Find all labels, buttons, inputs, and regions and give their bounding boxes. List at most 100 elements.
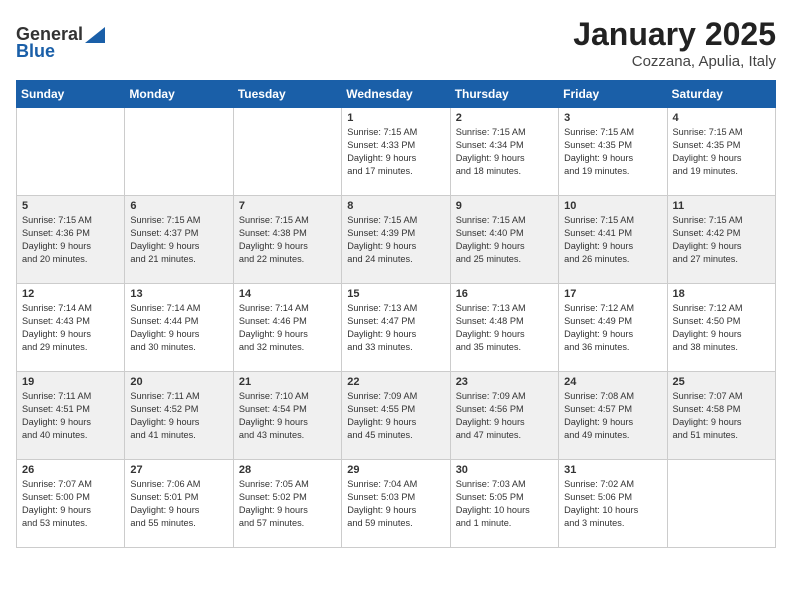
day-info: Sunrise: 7:15 AM Sunset: 4:35 PM Dayligh… [673, 126, 770, 178]
day-number: 5 [22, 200, 119, 212]
calendar-day-header: Saturday [667, 81, 775, 108]
page-title: January 2025 [573, 16, 776, 53]
day-number: 8 [347, 200, 444, 212]
calendar-day-header: Monday [125, 81, 233, 108]
calendar-day-cell: 29 Sunrise: 7:04 AM Sunset: 5:03 PM Dayli… [342, 460, 450, 548]
calendar-day-cell: 16 Sunrise: 7:13 AM Sunset: 4:48 PM Dayli… [450, 284, 558, 372]
calendar-day-cell: 22 Sunrise: 7:09 AM Sunset: 4:55 PM Dayli… [342, 372, 450, 460]
calendar-week-row: 1Sunrise: 7:15 AM Sunset: 4:33 PM Daylig… [17, 108, 776, 196]
day-info: Sunrise: 7:12 AM Sunset: 4:49 PM Dayligh… [564, 302, 661, 354]
calendar-day-cell [17, 108, 125, 196]
day-number: 13 [130, 288, 227, 300]
day-number: 15 [347, 288, 444, 300]
calendar-day-header: Thursday [450, 81, 558, 108]
day-info: Sunrise: 7:11 AM Sunset: 4:51 PM Dayligh… [22, 390, 119, 442]
day-number: 29 [347, 464, 444, 476]
calendar-day-cell: 14 Sunrise: 7:14 AM Sunset: 4:46 PM Dayli… [233, 284, 341, 372]
calendar-day-cell: 24 Sunrise: 7:08 AM Sunset: 4:57 PM Dayli… [559, 372, 667, 460]
calendar-day-cell: 1Sunrise: 7:15 AM Sunset: 4:33 PM Daylig… [342, 108, 450, 196]
calendar-day-cell: 4 Sunrise: 7:15 AM Sunset: 4:35 PM Daylig… [667, 108, 775, 196]
calendar-header-row: SundayMondayTuesdayWednesdayThursdayFrid… [17, 81, 776, 108]
calendar-day-cell: 10Sunrise: 7:15 AM Sunset: 4:41 PM Dayli… [559, 196, 667, 284]
day-info: Sunrise: 7:15 AM Sunset: 4:40 PM Dayligh… [456, 214, 553, 266]
calendar-day-cell: 25 Sunrise: 7:07 AM Sunset: 4:58 PM Dayli… [667, 372, 775, 460]
logo: General Blue [16, 24, 106, 62]
day-number: 14 [239, 288, 336, 300]
day-info: Sunrise: 7:13 AM Sunset: 4:48 PM Dayligh… [456, 302, 553, 354]
day-number: 20 [130, 376, 227, 388]
calendar-day-cell: 8 Sunrise: 7:15 AM Sunset: 4:39 PM Daylig… [342, 196, 450, 284]
calendar-day-cell [667, 460, 775, 548]
calendar-day-cell [233, 108, 341, 196]
day-number: 19 [22, 376, 119, 388]
day-number: 6 [130, 200, 227, 212]
day-info: Sunrise: 7:09 AM Sunset: 4:55 PM Dayligh… [347, 390, 444, 442]
calendar-day-cell: 17 Sunrise: 7:12 AM Sunset: 4:49 PM Dayli… [559, 284, 667, 372]
calendar-day-cell: 11Sunrise: 7:15 AM Sunset: 4:42 PM Dayli… [667, 196, 775, 284]
day-number: 23 [456, 376, 553, 388]
day-info: Sunrise: 7:14 AM Sunset: 4:44 PM Dayligh… [130, 302, 227, 354]
day-number: 24 [564, 376, 661, 388]
calendar-day-cell: 18 Sunrise: 7:12 AM Sunset: 4:50 PM Dayli… [667, 284, 775, 372]
calendar-day-header: Sunday [17, 81, 125, 108]
day-number: 25 [673, 376, 770, 388]
day-info: Sunrise: 7:04 AM Sunset: 5:03 PM Dayligh… [347, 478, 444, 530]
day-info: Sunrise: 7:03 AM Sunset: 5:05 PM Dayligh… [456, 478, 553, 530]
calendar-day-cell: 26 Sunrise: 7:07 AM Sunset: 5:00 PM Dayli… [17, 460, 125, 548]
day-info: Sunrise: 7:12 AM Sunset: 4:50 PM Dayligh… [673, 302, 770, 354]
day-info: Sunrise: 7:08 AM Sunset: 4:57 PM Dayligh… [564, 390, 661, 442]
calendar-day-cell: 2Sunrise: 7:15 AM Sunset: 4:34 PM Daylig… [450, 108, 558, 196]
day-info: Sunrise: 7:15 AM Sunset: 4:42 PM Dayligh… [673, 214, 770, 266]
day-info: Sunrise: 7:15 AM Sunset: 4:38 PM Dayligh… [239, 214, 336, 266]
calendar-day-cell: 12Sunrise: 7:14 AM Sunset: 4:43 PM Dayli… [17, 284, 125, 372]
title-block: January 2025 Cozzana, Apulia, Italy [573, 16, 776, 70]
day-number: 1 [347, 112, 444, 124]
day-number: 28 [239, 464, 336, 476]
day-info: Sunrise: 7:11 AM Sunset: 4:52 PM Dayligh… [130, 390, 227, 442]
calendar-day-cell: 7 Sunrise: 7:15 AM Sunset: 4:38 PM Daylig… [233, 196, 341, 284]
calendar-week-row: 5 Sunrise: 7:15 AM Sunset: 4:36 PM Daylig… [17, 196, 776, 284]
day-number: 18 [673, 288, 770, 300]
day-info: Sunrise: 7:15 AM Sunset: 4:36 PM Dayligh… [22, 214, 119, 266]
calendar-day-cell: 15 Sunrise: 7:13 AM Sunset: 4:47 PM Dayli… [342, 284, 450, 372]
day-number: 17 [564, 288, 661, 300]
day-info: Sunrise: 7:15 AM Sunset: 4:37 PM Dayligh… [130, 214, 227, 266]
day-info: Sunrise: 7:15 AM Sunset: 4:39 PM Dayligh… [347, 214, 444, 266]
calendar-day-cell: 19 Sunrise: 7:11 AM Sunset: 4:51 PM Dayli… [17, 372, 125, 460]
day-info: Sunrise: 7:14 AM Sunset: 4:46 PM Dayligh… [239, 302, 336, 354]
logo-icon [85, 27, 105, 43]
day-info: Sunrise: 7:10 AM Sunset: 4:54 PM Dayligh… [239, 390, 336, 442]
day-info: Sunrise: 7:07 AM Sunset: 4:58 PM Dayligh… [673, 390, 770, 442]
calendar-week-row: 26 Sunrise: 7:07 AM Sunset: 5:00 PM Dayli… [17, 460, 776, 548]
calendar-day-header: Friday [559, 81, 667, 108]
calendar-table: SundayMondayTuesdayWednesdayThursdayFrid… [16, 80, 776, 548]
day-info: Sunrise: 7:07 AM Sunset: 5:00 PM Dayligh… [22, 478, 119, 530]
day-number: 4 [673, 112, 770, 124]
calendar-day-cell [125, 108, 233, 196]
day-number: 10 [564, 200, 661, 212]
calendar-day-header: Tuesday [233, 81, 341, 108]
day-number: 30 [456, 464, 553, 476]
calendar-day-header: Wednesday [342, 81, 450, 108]
day-info: Sunrise: 7:15 AM Sunset: 4:35 PM Dayligh… [564, 126, 661, 178]
day-number: 31 [564, 464, 661, 476]
day-number: 7 [239, 200, 336, 212]
day-info: Sunrise: 7:14 AM Sunset: 4:43 PM Dayligh… [22, 302, 119, 354]
day-number: 2 [456, 112, 553, 124]
calendar-day-cell: 9Sunrise: 7:15 AM Sunset: 4:40 PM Daylig… [450, 196, 558, 284]
day-number: 22 [347, 376, 444, 388]
day-info: Sunrise: 7:06 AM Sunset: 5:01 PM Dayligh… [130, 478, 227, 530]
day-number: 16 [456, 288, 553, 300]
day-number: 3 [564, 112, 661, 124]
calendar-day-cell: 23 Sunrise: 7:09 AM Sunset: 4:56 PM Dayli… [450, 372, 558, 460]
logo-blue-text: Blue [16, 41, 55, 62]
calendar-day-cell: 5 Sunrise: 7:15 AM Sunset: 4:36 PM Daylig… [17, 196, 125, 284]
day-info: Sunrise: 7:09 AM Sunset: 4:56 PM Dayligh… [456, 390, 553, 442]
calendar-day-cell: 21Sunrise: 7:10 AM Sunset: 4:54 PM Dayli… [233, 372, 341, 460]
day-number: 26 [22, 464, 119, 476]
calendar-day-cell: 3 Sunrise: 7:15 AM Sunset: 4:35 PM Daylig… [559, 108, 667, 196]
calendar-week-row: 12Sunrise: 7:14 AM Sunset: 4:43 PM Dayli… [17, 284, 776, 372]
calendar-day-cell: 13 Sunrise: 7:14 AM Sunset: 4:44 PM Dayli… [125, 284, 233, 372]
day-info: Sunrise: 7:05 AM Sunset: 5:02 PM Dayligh… [239, 478, 336, 530]
day-info: Sunrise: 7:13 AM Sunset: 4:47 PM Dayligh… [347, 302, 444, 354]
